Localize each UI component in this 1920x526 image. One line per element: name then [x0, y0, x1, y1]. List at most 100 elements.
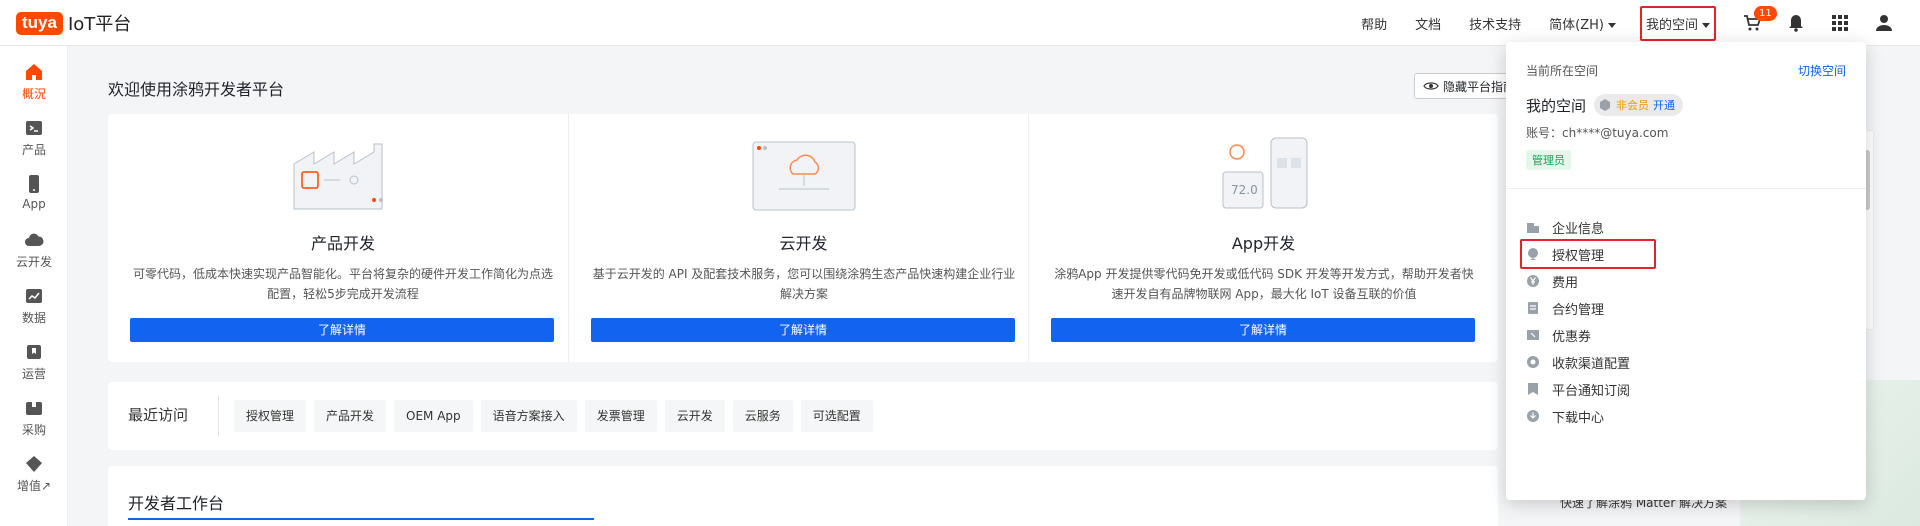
recent-tag-list: 授权管理 产品开发 OEM App 语音方案接入 发票管理 云开发 云服务 可选… [234, 400, 881, 432]
box-icon [26, 402, 42, 415]
top-nav: 帮助 文档 技术支持 简体(ZH) 我的空间 11 [1347, 0, 1920, 46]
sidebar-item-label: 增值↗ [16, 479, 52, 493]
card-title: 产品开发 [310, 234, 375, 253]
sidebar-item-value-added[interactable]: 增值↗ [0, 448, 68, 500]
switch-space-link[interactable]: 切换空间 [1798, 62, 1846, 79]
sidebar-item-label: 产品 [21, 143, 46, 157]
active-tab-indicator [128, 518, 594, 520]
hide-guide-button[interactable]: 隐藏平台指南 [1414, 73, 1509, 99]
current-space-label: 当前所在空间 [1526, 64, 1599, 78]
card-cloud-dev: 云开发 基于云开发的 API 及配套技术服务，您可以围绕涂鸦生态产品快速构建企业… [568, 114, 1038, 362]
feature-cards: 产品开发 可零代码，低成本快速实现产品智能化。平台将复杂的硬件开发工作简化为点选… [108, 114, 1498, 362]
building-icon [1527, 223, 1539, 233]
space-info: 我的空间 非会员 开通 [1526, 94, 1684, 116]
sidebar-item-overview[interactable]: 概況 [0, 56, 68, 108]
menu-item-payment-channel[interactable]: 收款渠道配置 [1526, 347, 1846, 377]
sidebar-item-label: App [22, 197, 46, 211]
card-title: 云开发 [779, 234, 828, 253]
recent-tag[interactable]: 发票管理 [584, 400, 657, 432]
terminal-icon [26, 121, 42, 135]
my-space-label: 我的空间 [1645, 17, 1698, 33]
bookmark-icon [27, 345, 41, 359]
developer-workbench: 开发者工作台 [108, 466, 1498, 526]
menu-item-label: 下载中心 [1552, 410, 1605, 426]
learn-more-button[interactable]: 了解详情 [1051, 318, 1475, 342]
chart-icon [26, 289, 42, 303]
logo[interactable]: tuya IoT平台 [16, 10, 131, 36]
sidebar-item-label: 采购 [21, 423, 46, 437]
menu-item-label: 企业信息 [1552, 221, 1605, 237]
recent-tag[interactable]: 授权管理 [234, 400, 307, 432]
menu-item-label: 授权管理 [1552, 248, 1605, 264]
svg-text:72.0: 72.0 [1231, 183, 1258, 197]
recent-tag[interactable]: 语音方案接入 [480, 400, 577, 432]
eye-icon [1423, 82, 1439, 90]
sidebar-item-product[interactable]: 产品 [0, 112, 68, 164]
sidebar-item-operations[interactable]: 运营 [0, 336, 68, 388]
menu-item-coupon[interactable]: 优惠券 [1526, 320, 1846, 350]
menu-item-contract[interactable]: 合约管理 [1526, 293, 1846, 323]
menu-item-authorization[interactable]: 授权管理 [1520, 239, 1656, 269]
help-link[interactable]: 帮助 [1361, 14, 1387, 33]
docs-link[interactable]: 文档 [1415, 14, 1441, 33]
menu-item-notification-subscription[interactable]: 平台通知订阅 [1526, 374, 1846, 404]
language-label: 简体(ZH) [1549, 17, 1604, 33]
divider [1506, 188, 1866, 189]
factory-illustration [293, 143, 383, 210]
cart-button[interactable]: 11 [1730, 0, 1777, 46]
recent-tag[interactable]: 可选配置 [800, 400, 873, 432]
recent-tag[interactable]: 产品开发 [314, 400, 387, 432]
top-bar: tuya IoT平台 帮助 文档 技术支持 简体(ZH) 我的空间 11 [0, 0, 1920, 46]
membership-badge: 非会员 开通 [1594, 94, 1684, 116]
sidebar-item-cloud-dev[interactable]: 云开发 [0, 224, 68, 276]
chevron-down-icon [1702, 22, 1710, 28]
recent-tag[interactable]: 云服务 [732, 400, 793, 432]
hide-guide-label: 隐藏平台指南 [1443, 79, 1509, 94]
menu-item-download-center[interactable]: 下载中心 [1526, 401, 1846, 431]
sidebar-item-label: 概況 [21, 87, 46, 101]
notification-button[interactable] [1774, 0, 1818, 46]
learn-more-button[interactable]: 了解详情 [130, 318, 554, 342]
contract-icon [1528, 302, 1538, 314]
divider [218, 396, 219, 436]
my-space-menu[interactable]: 我的空间 [1639, 5, 1716, 41]
menu-item-fees[interactable]: 费用 [1526, 266, 1846, 296]
recent-label: 最近访问 [128, 406, 189, 424]
tuya-logo: tuya [16, 11, 63, 35]
recent-tag[interactable]: OEM App [394, 400, 473, 432]
cloud-icon [25, 233, 44, 246]
bell-icon [1789, 15, 1803, 32]
page-title: 欢迎使用涂鸦开发者平台 [108, 80, 285, 99]
sidebar-item-purchase[interactable]: 采购 [0, 392, 68, 444]
download-icon [1527, 410, 1539, 422]
learn-more-button[interactable]: 了解详情 [591, 318, 1015, 342]
sidebar-item-data[interactable]: 数据 [0, 280, 68, 332]
cloud-illustration [752, 141, 855, 211]
app-illustration: 72.0 [1222, 137, 1307, 209]
role-badge: 管理员 [1526, 150, 1571, 170]
product-name: IoT平台 [67, 14, 132, 35]
card-description: 可零代码，低成本快速实现产品智能化。平台将复杂的硬件开发工作简化为点选配置，轻松… [132, 267, 553, 301]
sidebar-item-app[interactable]: App [0, 168, 68, 220]
payment-icon [1527, 356, 1539, 368]
card-description: 涂鸦App 开发提供零代码免开发或低代码 SDK 开发等开发方式，帮助开发者快速… [1054, 267, 1474, 301]
open-membership-link[interactable]: 开通 [1653, 97, 1675, 113]
support-link[interactable]: 技术支持 [1469, 14, 1521, 33]
recent-tag[interactable]: 云开发 [664, 400, 725, 432]
language-select[interactable]: 简体(ZH) [1549, 14, 1616, 33]
yen-icon [1527, 275, 1539, 287]
menu-item-enterprise-info[interactable]: 企业信息 [1526, 212, 1846, 242]
phone-icon [29, 175, 39, 193]
grid-icon [1832, 15, 1848, 31]
recent-visits: 最近访问 授权管理 产品开发 OEM App 语音方案接入 发票管理 云开发 云… [108, 382, 1498, 450]
user-button[interactable] [1862, 0, 1906, 46]
authorization-icon [1528, 248, 1538, 260]
menu-item-label: 平台通知订阅 [1552, 383, 1631, 399]
card-description: 基于云开发的 API 及配套技术服务，您可以围绕涂鸦生态产品快速构建企业行业解决… [592, 267, 1016, 301]
sidebar-item-label: 云开发 [15, 255, 52, 269]
coupon-icon [1527, 330, 1539, 340]
workbench-title: 开发者工作台 [128, 494, 225, 513]
diamond-icon [26, 456, 42, 472]
apps-button[interactable] [1818, 0, 1862, 46]
menu-item-label: 费用 [1552, 275, 1579, 291]
